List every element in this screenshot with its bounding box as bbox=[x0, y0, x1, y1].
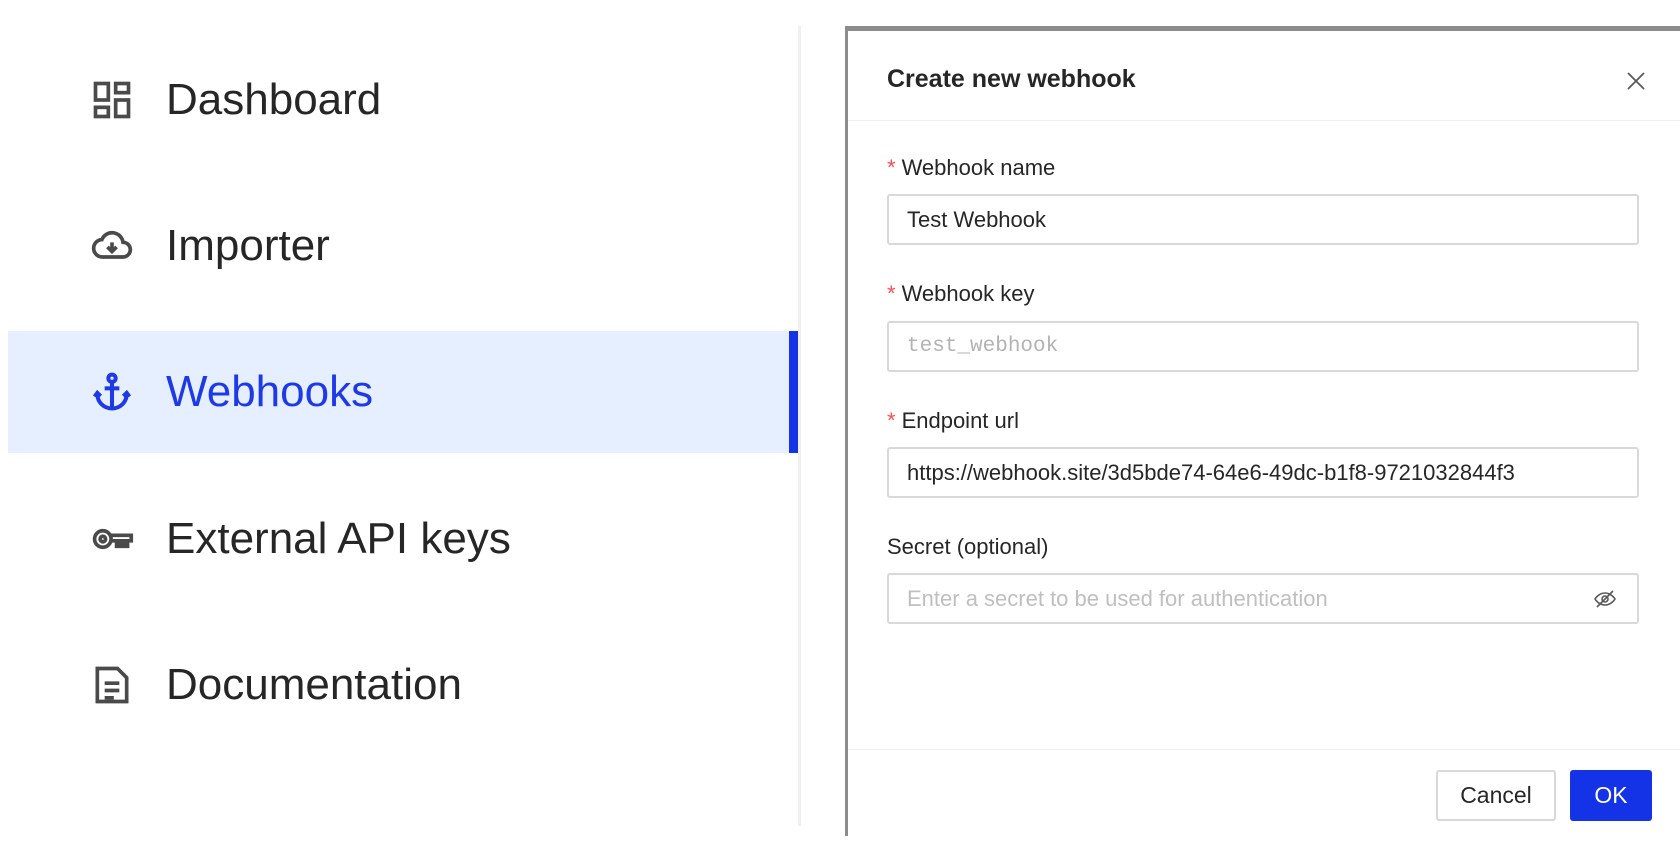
secret-placeholder: Enter a secret to be used for authentica… bbox=[907, 585, 1328, 611]
eye-invisible-icon[interactable] bbox=[1593, 587, 1619, 613]
sidebar-item-label: Documentation bbox=[166, 660, 462, 709]
webhook-name-input[interactable]: Test Webhook bbox=[887, 194, 1639, 245]
sidebar-item-documentation[interactable]: Documentation bbox=[8, 620, 798, 750]
anchor-icon bbox=[88, 368, 136, 416]
sidebar-item-importer[interactable]: Importer bbox=[8, 181, 798, 311]
close-icon[interactable] bbox=[1622, 67, 1650, 95]
sidebar-item-label: External API keys bbox=[166, 514, 511, 563]
sidebar-divider bbox=[798, 26, 801, 826]
endpoint-url-input[interactable]: https://webhook.site/3d5bde74-64e6-49dc-… bbox=[887, 447, 1639, 498]
sidebar-item-label: Importer bbox=[166, 221, 330, 270]
endpoint-url-label: * Endpoint url bbox=[887, 408, 1019, 433]
key-icon bbox=[88, 515, 136, 563]
webhook-name-label: * Webhook name bbox=[887, 155, 1056, 180]
cloud-download-icon bbox=[88, 222, 136, 270]
sidebar-item-label: Dashboard bbox=[166, 75, 382, 124]
modal-footer: Cancel OK bbox=[848, 749, 1680, 844]
secret-label: Secret (optional) bbox=[887, 534, 1049, 559]
ok-button[interactable]: OK bbox=[1570, 770, 1652, 821]
secret-input[interactable]: Enter a secret to be used for authentica… bbox=[887, 573, 1639, 624]
sidebar-item-dashboard[interactable]: Dashboard bbox=[8, 35, 798, 165]
create-webhook-modal: Create new webhook * Webhook name Test We… bbox=[845, 26, 1680, 836]
sidebar-item-webhooks[interactable]: Webhooks bbox=[8, 331, 798, 453]
required-mark: * bbox=[887, 155, 896, 180]
webhook-key-input: test_webhook bbox=[887, 321, 1639, 372]
dashboard-icon bbox=[88, 76, 136, 124]
cancel-button[interactable]: Cancel bbox=[1436, 770, 1556, 821]
modal-title: Create new webhook bbox=[887, 65, 1136, 93]
sidebar-nav: Dashboard Importer Webhooks External API… bbox=[0, 0, 800, 836]
modal-header: Create new webhook bbox=[848, 31, 1680, 121]
required-mark: * bbox=[887, 281, 896, 306]
required-mark: * bbox=[887, 408, 896, 433]
sidebar-item-label: Webhooks bbox=[166, 367, 374, 416]
sidebar-item-external-api-keys[interactable]: External API keys bbox=[8, 474, 798, 604]
webhook-key-label: * Webhook key bbox=[887, 281, 1035, 306]
document-icon bbox=[88, 661, 136, 709]
